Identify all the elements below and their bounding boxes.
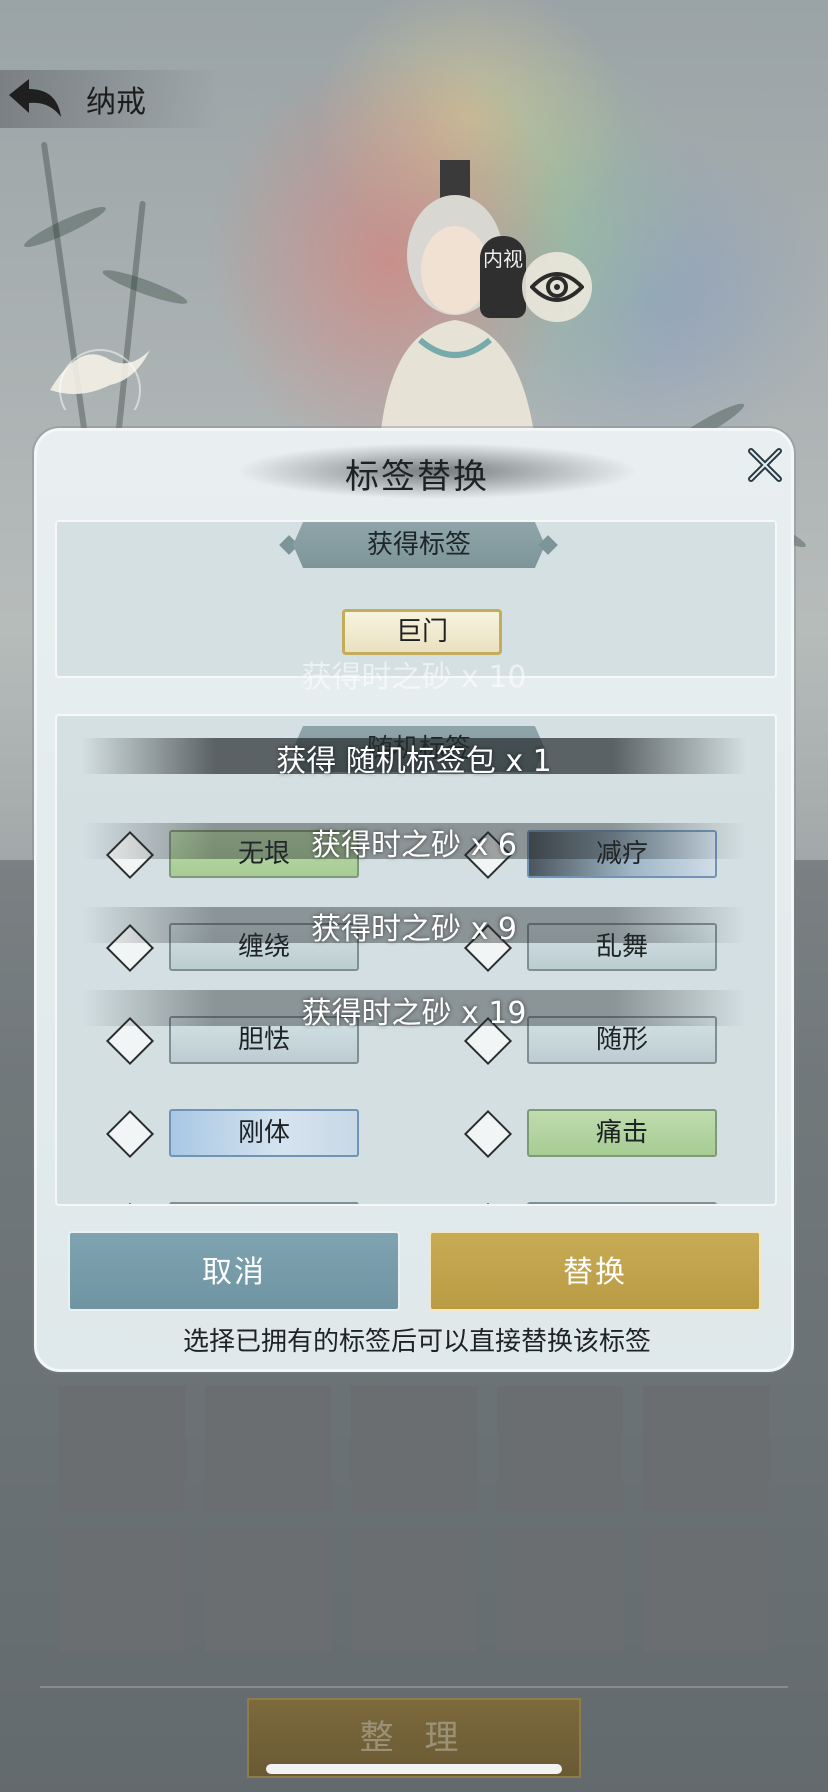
close-icon[interactable] — [737, 437, 793, 493]
reward-toast: 获得时之砂 x 6 — [311, 828, 517, 863]
hint-text: 选择已拥有的标签后可以直接替换该标签 — [182, 1327, 651, 1357]
tag-chip[interactable]: 刚体 — [169, 1109, 359, 1157]
tag-selection-panel: 随机标签 无垠 减疗 缠绕 乱舞 胆怯 — [55, 714, 777, 1206]
select-checkbox[interactable] — [105, 1202, 155, 1204]
select-checkbox[interactable] — [105, 1109, 155, 1159]
inventory-slot[interactable] — [351, 1532, 477, 1652]
inner-view-label: 内视 — [483, 247, 523, 271]
cancel-button[interactable]: 取消 — [68, 1231, 400, 1311]
tag-option[interactable]: 刚体 — [57, 1103, 387, 1163]
tag-chip[interactable]: 吸血 — [527, 1202, 717, 1204]
back-arrow-icon[interactable] — [0, 70, 70, 128]
tag-chip[interactable]: 痛击 — [527, 1109, 717, 1157]
inventory-slot[interactable] — [205, 1386, 331, 1512]
select-checkbox[interactable] — [463, 1109, 513, 1159]
obtained-tag-chip: 巨门 — [342, 609, 502, 655]
tag-chip[interactable]: 吸血 — [169, 1202, 359, 1204]
divider — [40, 1686, 788, 1688]
tag-replace-dialog: 标签替换 获得标签 巨门 随机标签 无垠 减疗 缠绕 — [34, 428, 794, 1372]
reward-toast: 获得时之砂 x 9 — [311, 912, 517, 947]
bamboo-leaf — [100, 265, 190, 309]
tag-option[interactable]: 吸血 — [57, 1196, 387, 1204]
reward-toast: 获得时之砂 x 10 — [301, 660, 527, 695]
inventory-slot[interactable] — [643, 1386, 769, 1512]
select-checkbox[interactable] — [463, 1202, 513, 1204]
inventory-slot[interactable] — [59, 1386, 185, 1512]
tag-option[interactable]: 吸血 — [415, 1196, 745, 1204]
inventory-slot[interactable] — [643, 1532, 769, 1652]
page-title: 纳戒 — [86, 85, 146, 120]
bamboo-leaf — [21, 201, 109, 253]
home-indicator[interactable] — [266, 1764, 562, 1774]
inventory-slot[interactable] — [497, 1386, 623, 1512]
eye-icon[interactable] — [522, 252, 592, 322]
obtained-tag-header: 获得标签 — [293, 522, 545, 568]
reward-toast: 获得时之砂 x 19 — [301, 996, 527, 1031]
inventory-slot[interactable] — [497, 1532, 623, 1652]
inventory-slot[interactable] — [59, 1532, 185, 1652]
inner-view-button[interactable]: 内视 — [480, 236, 526, 318]
inventory-slot[interactable] — [205, 1532, 331, 1652]
inventory-slot[interactable] — [351, 1386, 477, 1512]
dialog-title: 标签替换 — [345, 457, 489, 497]
tag-row: 吸血 吸血 — [57, 1196, 775, 1204]
reward-toast: 获得 随机标签包 x 1 — [276, 744, 552, 779]
replace-button[interactable]: 替换 — [429, 1231, 761, 1311]
tag-row: 刚体 痛击 — [57, 1103, 775, 1163]
back-header[interactable]: 纳戒 — [0, 70, 220, 128]
crane-emblem-icon — [50, 349, 150, 410]
tag-option[interactable]: 痛击 — [415, 1103, 745, 1163]
